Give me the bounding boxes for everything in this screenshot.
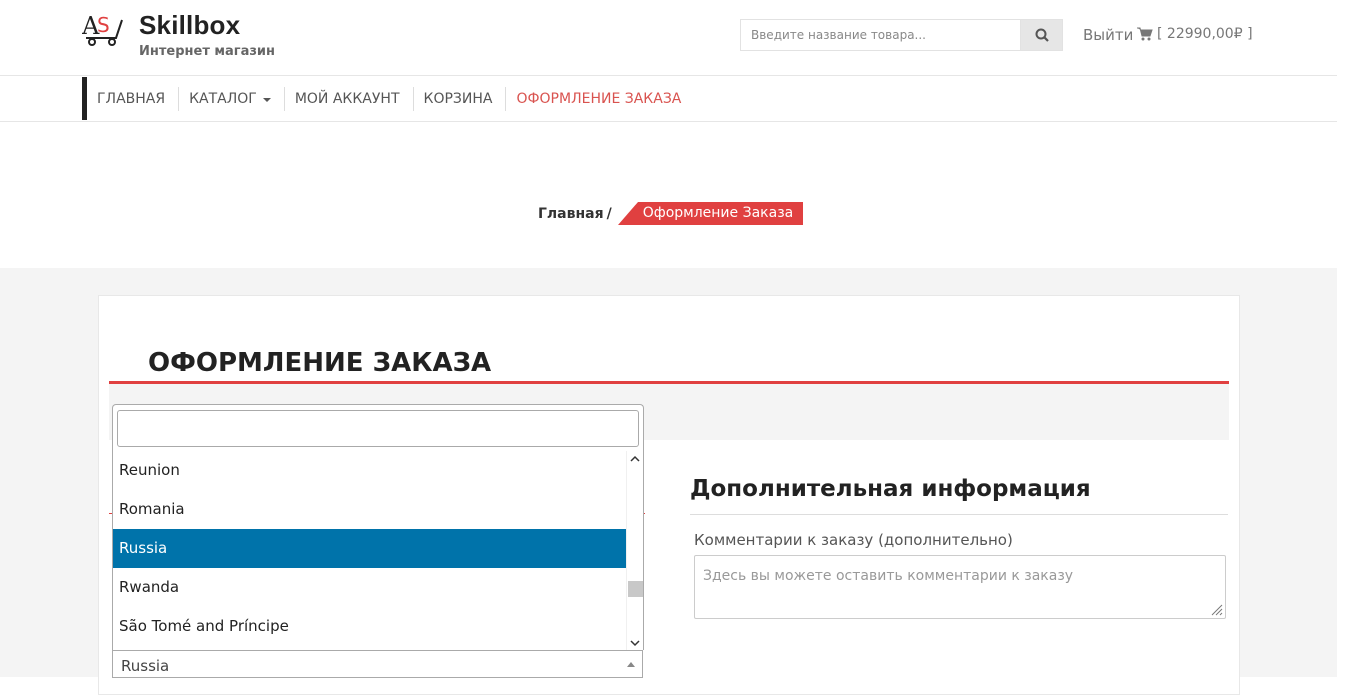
country-option[interactable]: Romania (113, 490, 627, 529)
cart-link[interactable]: [ 22990,00₽ ] (1137, 26, 1253, 42)
nav-item-home[interactable]: ГЛАВНАЯ (87, 86, 180, 111)
scroll-down-icon[interactable] (627, 636, 643, 650)
additional-info-title: Дополнительная информация (690, 476, 1091, 502)
logout-link[interactable]: Выйти (1083, 26, 1133, 44)
dropdown-search-input[interactable] (117, 410, 639, 447)
search-button[interactable] (1020, 19, 1063, 51)
search-input[interactable]: Введите название товара... (740, 19, 1021, 51)
logo-subtitle: Интернет магазин (139, 44, 275, 59)
logo-title[interactable]: Skillbox (139, 10, 240, 41)
nav-item-cart[interactable]: КОРЗИНА (414, 86, 507, 111)
country-option[interactable]: Rwanda (113, 568, 627, 607)
breadcrumb: Главная / Оформление Заказа (538, 202, 804, 225)
breadcrumb-home[interactable]: Главная (538, 206, 604, 222)
comment-textarea[interactable]: Здесь вы можете оставить комментарии к з… (694, 555, 1226, 619)
main-nav: ГЛАВНАЯ КАТАЛОГ МОЙ АККАУНТ КОРЗИНА ОФОР… (0, 77, 1337, 122)
additional-info-divider (690, 514, 1228, 515)
nav-item-account[interactable]: МОЙ АККАУНТ (285, 86, 414, 111)
country-select-value: Russia (121, 657, 170, 675)
svg-text:S: S (97, 13, 110, 37)
cart-total: [ 22990,00₽ ] (1157, 26, 1253, 42)
country-dropdown: Reunion Romania Russia Rwanda São Tomé a… (112, 404, 644, 650)
chevron-down-icon (262, 97, 271, 102)
breadcrumb-separator: / (606, 205, 612, 222)
chevron-up-icon (627, 662, 635, 667)
comment-label: Комментарии к заказу (дополнительно) (694, 531, 1013, 549)
country-select[interactable]: Russia (112, 650, 643, 678)
scrollbar-thumb[interactable] (628, 581, 643, 597)
site-header: A S Skillbox Интернет магазин Введите на… (0, 0, 1337, 76)
page-title: ОФОРМЛЕНИЕ ЗАКАЗА (148, 348, 492, 378)
resize-grip-icon[interactable] (1211, 604, 1223, 616)
nav-item-catalog[interactable]: КАТАЛОГ (179, 86, 285, 111)
breadcrumb-current: Оформление Заказа (617, 202, 804, 225)
country-option-highlighted[interactable]: Russia (113, 529, 627, 568)
country-option[interactable]: Reunion (113, 451, 627, 490)
nav-item-checkout[interactable]: ОФОРМЛЕНИЕ ЗАКАЗА (506, 87, 694, 111)
country-option[interactable]: São Tomé and Príncipe (113, 607, 627, 646)
dropdown-scrollbar[interactable] (626, 451, 643, 650)
search-icon (1035, 28, 1049, 42)
scroll-up-icon[interactable] (627, 451, 643, 465)
country-options-list: Reunion Romania Russia Rwanda São Tomé a… (113, 451, 627, 649)
cart-icon (1137, 27, 1153, 41)
comment-placeholder: Здесь вы можете оставить комментарии к з… (703, 568, 1074, 584)
logo-icon[interactable]: A S (82, 12, 126, 46)
